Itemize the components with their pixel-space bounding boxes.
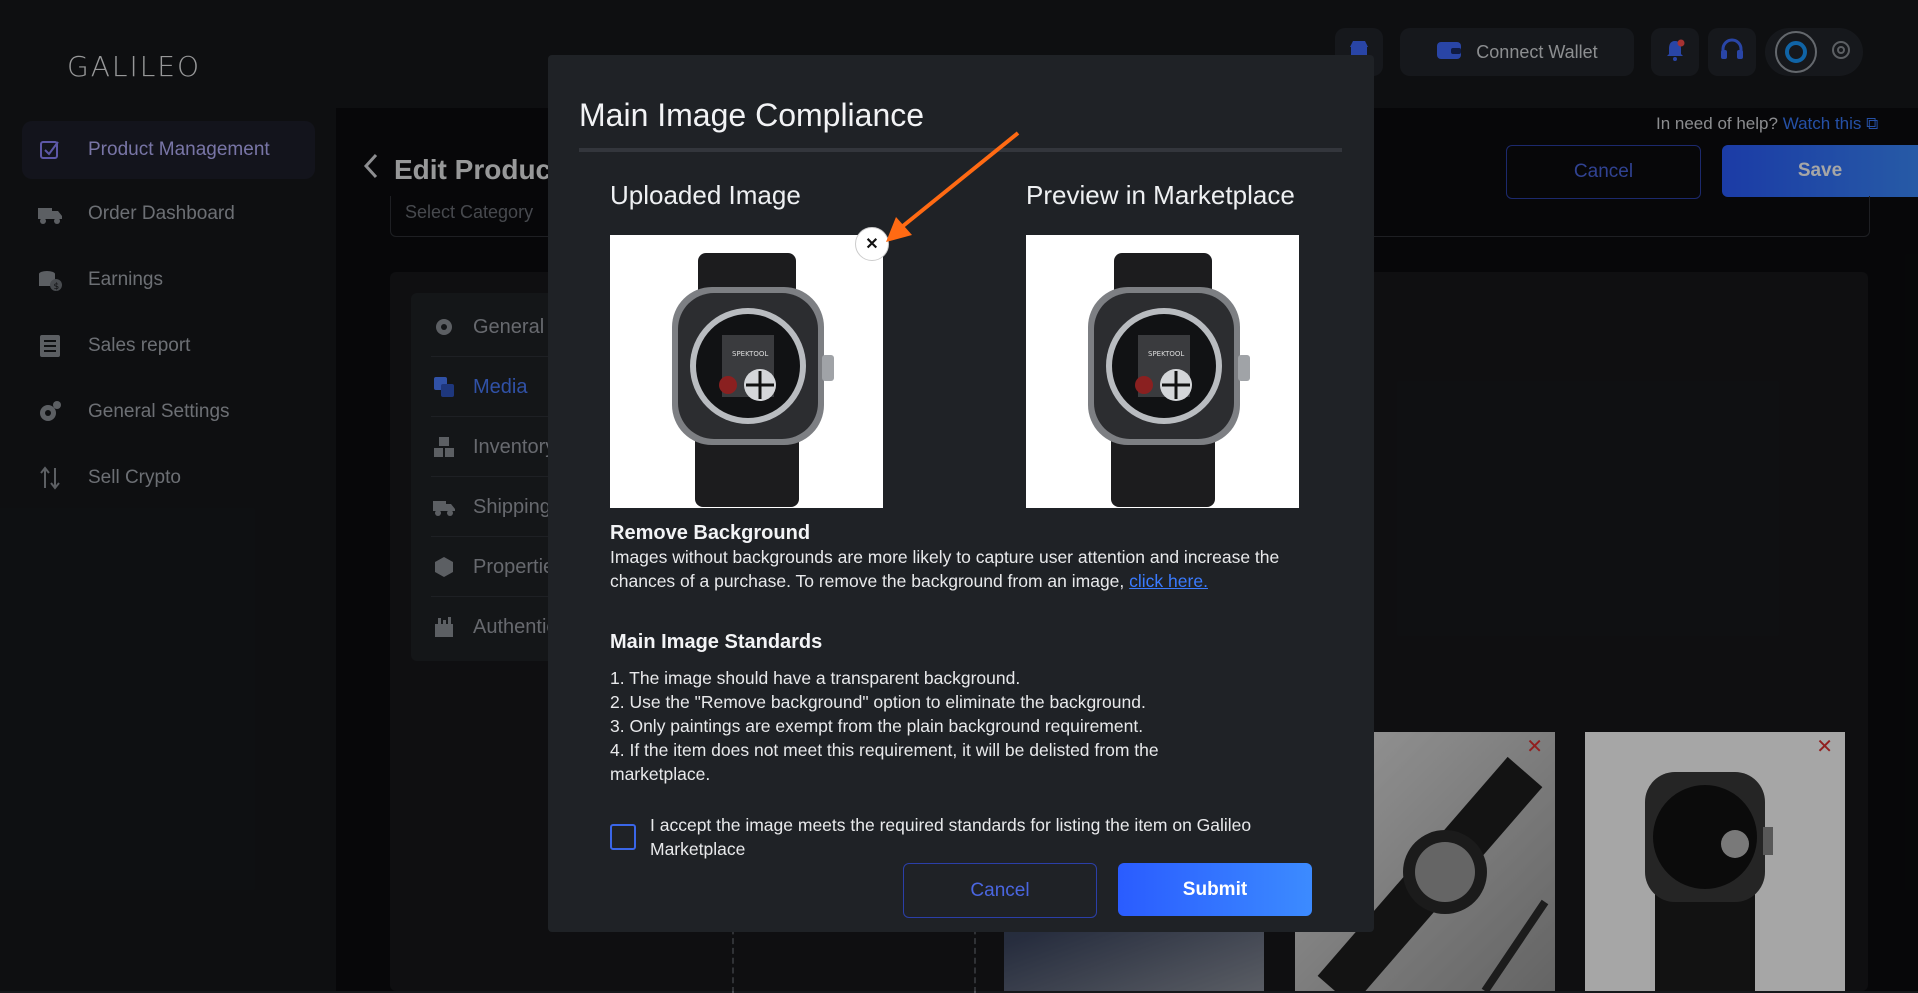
preview-image: SPEKTOOL <box>1026 235 1299 508</box>
accept-checkbox[interactable] <box>610 824 636 850</box>
accept-label: I accept the image meets the required st… <box>650 815 1252 859</box>
modal-submit-button[interactable]: Submit <box>1118 863 1312 916</box>
uploaded-image: SPEKTOOL <box>610 235 883 508</box>
modal-title: Main Image Compliance <box>579 97 925 133</box>
standard-item: 2. Use the "Remove background" option to… <box>610 692 1146 712</box>
standards-list: 1. The image should have a transparent b… <box>610 666 1260 786</box>
modal-cancel-button[interactable]: Cancel <box>903 863 1097 918</box>
standard-item: 1. The image should have a transparent b… <box>610 668 1021 688</box>
watch-image: SPEKTOOL <box>1088 253 1250 507</box>
watch-brand-text: SPEKTOOL <box>732 350 768 358</box>
standard-item: 4. If the item does not meet this requir… <box>610 740 1159 784</box>
annotation-arrow-icon <box>886 131 1020 242</box>
uploaded-image-heading: Uploaded Image <box>610 180 801 210</box>
standard-item: 3. Only paintings are exempt from the pl… <box>610 716 1144 736</box>
standards-heading: Main Image Standards <box>610 631 823 653</box>
remove-background-link[interactable]: click here. <box>1129 571 1208 591</box>
watch-image: SPEKTOOL <box>672 253 834 507</box>
remove-background-heading: Remove Background <box>610 522 811 544</box>
preview-heading: Preview in Marketplace <box>1026 180 1295 210</box>
compliance-modal: Main Image Compliance Uploaded Image Pre… <box>548 55 1374 932</box>
watch-brand-text: SPEKTOOL <box>1148 350 1184 358</box>
remove-background-text: Images without backgrounds are more like… <box>610 545 1310 593</box>
